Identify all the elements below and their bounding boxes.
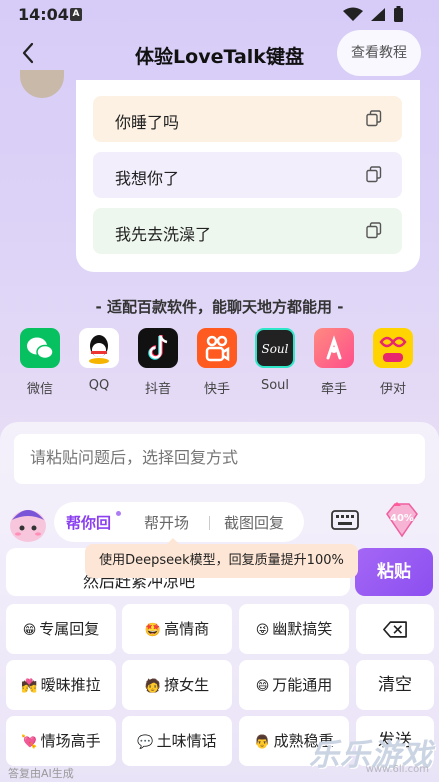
svg-text:Soul: Soul (261, 342, 288, 356)
man-icon: 👨 (254, 735, 271, 750)
key-tease-girls[interactable]: 🧑 撩女生 (122, 660, 232, 710)
app-kuaishou: 快手 (195, 328, 239, 397)
status-icons (343, 6, 403, 22)
app-label: 微信 (26, 382, 53, 397)
suggestion-item[interactable]: 我想你了 (93, 152, 402, 198)
suggestion-item[interactable]: 你睡了吗 (93, 96, 402, 142)
vip-badge[interactable]: 40% (381, 500, 423, 540)
battery-icon (394, 8, 403, 22)
backspace-button[interactable] (356, 604, 434, 654)
copy-icon[interactable] (366, 110, 382, 127)
key-label: 暧昧推拉 (40, 676, 101, 694)
mascot-icon[interactable] (6, 500, 50, 546)
wechat-icon (20, 328, 60, 368)
suggestion-item[interactable]: 我先去洗澡了 (93, 208, 402, 254)
compat-subtitle: - 适配百款软件，能聊天地方都能用 - (95, 298, 344, 316)
tab-help-reply[interactable]: 帮你回 (66, 512, 111, 533)
key-label: 撩女生 (164, 676, 210, 694)
key-label: 高情商 (164, 620, 210, 638)
key-label: 幽默搞笑 (272, 620, 333, 638)
key-label: 土味情话 (156, 732, 217, 750)
heart-arrow-icon: 💘 (21, 735, 38, 750)
qianshou-icon (314, 328, 354, 368)
app-label: QQ (88, 378, 110, 393)
tab-divider (209, 516, 210, 530)
suggestion-card: 你睡了吗 我想你了 我先去洗澡了 (76, 80, 420, 272)
tab-screenshot-reply[interactable]: 截图回复 (224, 512, 284, 533)
key-flirt-push-pull[interactable]: 💏 暧昧推拉 (6, 660, 116, 710)
active-tab-dot (116, 511, 121, 516)
qq-icon (79, 328, 119, 368)
watermark-url: www.6ll.com (365, 764, 429, 775)
suggestion-text: 你睡了吗 (115, 113, 180, 132)
app-yidui: 伊对 (371, 328, 415, 397)
key-high-eq[interactable]: 🤩 高情商 (122, 604, 232, 654)
smile-icon: 😄 (255, 679, 270, 694)
app-label: 伊对 (379, 382, 406, 397)
yidui-icon (373, 328, 413, 368)
kuaishou-icon (197, 328, 237, 368)
key-humor[interactable]: 😜 幽默搞笑 (239, 604, 349, 654)
star-eyes-icon: 🤩 (144, 623, 162, 638)
ai-disclaimer: 答复由AI生成 (8, 767, 74, 780)
view-tutorial-button[interactable]: 查看教程 (337, 30, 421, 76)
key-dating-master[interactable]: 💘 情场高手 (6, 716, 116, 766)
copy-icon[interactable] (366, 222, 382, 239)
vip-badge-text: 40% (390, 513, 414, 524)
clear-button[interactable]: 清空 (356, 660, 434, 710)
app-wechat: 微信 (18, 328, 62, 397)
app-label: 快手 (203, 382, 230, 397)
wink-tongue-icon: 😜 (255, 623, 270, 638)
tab-opening[interactable]: 帮开场 (144, 512, 189, 533)
wifi-icon (343, 7, 363, 21)
couple-icon: 💏 (21, 679, 38, 694)
reply-mode-tabs: 帮你回 帮开场 截图回复 (54, 502, 304, 542)
key-universal[interactable]: 😄 万能通用 (239, 660, 349, 710)
notification-icon: A (70, 8, 82, 21)
copy-icon[interactable] (366, 166, 382, 183)
avatar (20, 70, 64, 98)
keyboard-icon[interactable] (330, 508, 360, 534)
key-cheesy-lines[interactable]: 💬 土味情话 (122, 716, 232, 766)
app-douyin: 抖音 (136, 328, 180, 397)
soul-icon: Soul (255, 328, 295, 368)
keyboard-panel: 帮你回 帮开场 截图回复 40% 然后赶紧冲凉吧 使用Deepseek模型，回复… (0, 422, 439, 782)
app-label: Soul (260, 378, 290, 393)
backspace-icon (383, 621, 407, 638)
model-tooltip: 使用Deepseek模型，回复质量提升100% (85, 544, 358, 578)
app-soul: Soul Soul (253, 328, 297, 393)
question-input[interactable] (14, 434, 425, 484)
header: 体验LoveTalk键盘 查看教程 (0, 30, 439, 80)
app-qq: QQ (77, 328, 121, 393)
speech-bubble-icon: 💬 (137, 735, 154, 750)
person-icon: 🧑 (144, 679, 162, 694)
signal-icon (371, 8, 385, 21)
supported-apps: 微信 QQ 抖音 快手 Soul Soul 牵手 伊对 (0, 328, 439, 398)
app-label: 牵手 (320, 382, 347, 397)
status-bar: 14:04 A (0, 0, 439, 30)
key-label: 情场高手 (40, 732, 101, 750)
suggestion-text: 我先去洗澡了 (115, 225, 212, 244)
app-qianshou: 牵手 (312, 328, 356, 397)
douyin-icon (138, 328, 178, 368)
key-exclusive-reply[interactable]: 😁 专属回复 (6, 604, 116, 654)
paste-button[interactable]: 粘贴 (355, 548, 433, 596)
key-label: 专属回复 (39, 620, 100, 638)
app-label: 抖音 (144, 382, 171, 397)
status-time: 14:04 (18, 5, 69, 24)
grin-icon: 😁 (22, 623, 37, 638)
suggestion-text: 我想你了 (115, 169, 180, 188)
key-label: 万能通用 (272, 676, 333, 694)
